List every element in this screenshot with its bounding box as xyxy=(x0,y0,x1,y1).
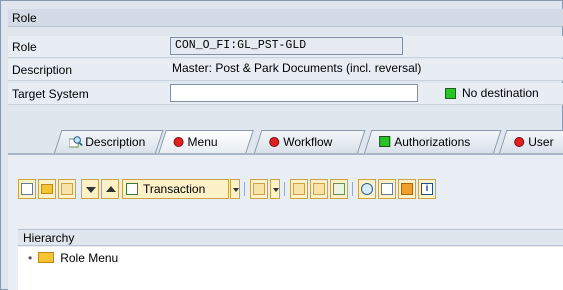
transaction-button[interactable]: Transaction xyxy=(122,179,229,199)
red-status-icon xyxy=(269,137,280,147)
description-field[interactable]: Master: Post & Park Documents (incl. rev… xyxy=(170,60,490,78)
role-field[interactable]: CON_O_FI:GL_PST-GLD xyxy=(170,37,403,55)
toolbar-separator xyxy=(284,182,285,196)
info-button[interactable]: i xyxy=(418,179,436,199)
copy-icon xyxy=(61,183,73,195)
tab-description[interactable]: Description xyxy=(54,130,164,153)
zoom-button[interactable] xyxy=(358,179,376,199)
report-button[interactable] xyxy=(250,179,268,199)
target-system-row: Target System No destination xyxy=(8,83,563,105)
magnifier-icon xyxy=(69,136,83,148)
printer-icon xyxy=(381,183,393,195)
folder-button[interactable] xyxy=(38,179,56,199)
target-system-label: Target System xyxy=(12,87,89,101)
section-header: Role xyxy=(8,9,563,27)
tab-workflow[interactable]: Workflow xyxy=(254,130,366,153)
table-icon xyxy=(21,183,33,195)
layout-button[interactable] xyxy=(398,179,416,199)
no-destination-status: No destination xyxy=(445,86,539,100)
table-button[interactable] xyxy=(18,179,36,199)
info-icon: i xyxy=(421,183,433,195)
red-status-icon xyxy=(514,137,525,147)
no-destination-text: No destination xyxy=(462,86,539,100)
magnifier-icon xyxy=(361,183,373,195)
print-button[interactable] xyxy=(378,179,396,199)
tab-strip: Description Menu Workflow Authorizations… xyxy=(8,130,563,154)
role-row: Role CON_O_FI:GL_PST-GLD xyxy=(8,36,563,58)
find-button[interactable] xyxy=(290,179,308,199)
expand-button[interactable] xyxy=(330,179,348,199)
binoculars-icon xyxy=(293,183,305,195)
folder-icon xyxy=(41,184,53,194)
description-label: Description xyxy=(12,63,73,77)
transaction-icon xyxy=(126,183,138,195)
report-icon xyxy=(253,183,265,195)
role-label: Role xyxy=(12,40,37,54)
hierarchy-tree: • Role Menu xyxy=(18,247,563,290)
folder-icon xyxy=(38,252,55,263)
green-status-icon xyxy=(445,88,456,100)
triangle-down-icon xyxy=(86,187,96,193)
triangle-up-icon xyxy=(106,186,116,192)
report-dropdown[interactable] xyxy=(270,179,280,199)
toolbar-separator xyxy=(352,182,353,196)
dropdown-arrow-icon xyxy=(233,188,239,192)
grid-icon xyxy=(401,183,413,195)
tree-item-label: Role Menu xyxy=(60,251,119,265)
tab-user[interactable]: User xyxy=(499,130,563,153)
tree-bullet: • xyxy=(28,251,33,265)
transaction-label: Transaction xyxy=(143,182,206,196)
tab-label: Authorizations xyxy=(394,135,471,149)
transaction-dropdown[interactable] xyxy=(230,179,240,199)
tab-label: Description xyxy=(85,135,146,149)
move-up-button[interactable] xyxy=(101,179,119,199)
red-status-icon xyxy=(173,137,184,147)
toolbar-separator xyxy=(244,182,245,196)
hierarchy-header: Hierarchy xyxy=(18,229,563,246)
find-next-button[interactable] xyxy=(310,179,328,199)
section-title: Role xyxy=(12,11,37,25)
tab-authorizations[interactable]: Authorizations xyxy=(364,130,502,153)
green-status-icon xyxy=(379,136,391,147)
tab-label: User xyxy=(528,135,554,149)
target-system-input[interactable] xyxy=(170,84,418,102)
binoculars-plus-icon xyxy=(313,183,325,195)
copy-button[interactable] xyxy=(58,179,76,199)
expand-icon xyxy=(333,183,345,195)
dropdown-arrow-icon xyxy=(273,188,279,192)
tree-item-role-menu[interactable]: • Role Menu xyxy=(28,251,118,265)
tab-menu[interactable]: Menu xyxy=(158,130,254,154)
tab-label: Workflow xyxy=(283,135,333,149)
tab-label: Menu xyxy=(187,135,218,149)
move-down-button[interactable] xyxy=(81,179,99,199)
description-row: Description Master: Post & Park Document… xyxy=(8,59,563,81)
